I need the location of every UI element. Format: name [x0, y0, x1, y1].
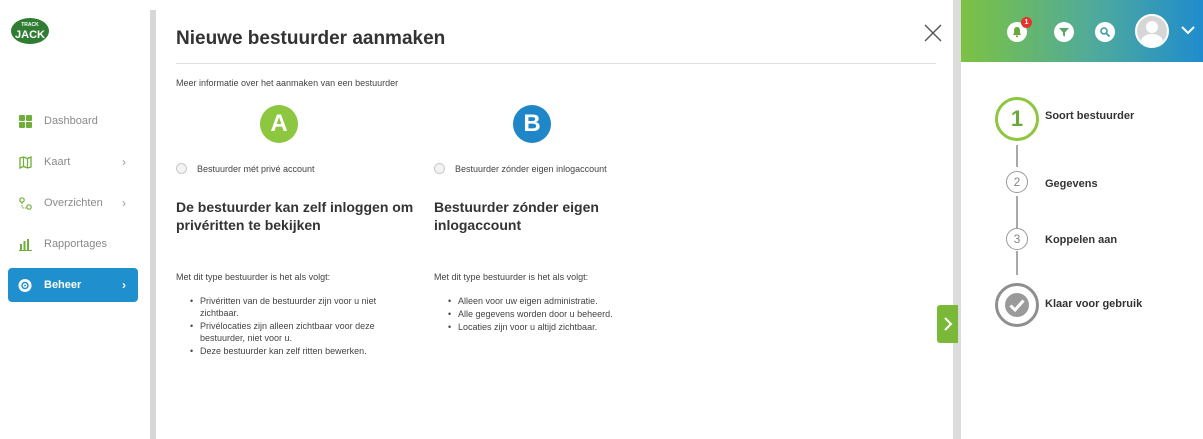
wizard-steps: 1 Soort bestuurder 2 Gegevens 3 Koppelen…	[961, 62, 1203, 439]
radio-button[interactable]	[176, 163, 187, 174]
app-window: TRACK JACK Dashboard Kaart › Overzichten…	[0, 0, 1203, 439]
filter-icon	[1059, 28, 1069, 37]
chevron-right-icon: ›	[122, 196, 126, 210]
bell-icon	[1013, 27, 1021, 38]
chevron-right-icon: ›	[122, 155, 126, 169]
option-b-radio-label: Bestuurder zónder eigen inlogaccount	[455, 163, 607, 174]
option-a-radio[interactable]: Bestuurder mét privé account	[176, 163, 315, 174]
step-2-label: Gegevens	[1045, 178, 1098, 190]
search-button[interactable]	[1095, 22, 1115, 42]
sidebar-item-label: Overzichten	[44, 197, 103, 209]
list-item: Alleen voor uw eigen administratie.	[448, 295, 668, 307]
sidebar: TRACK JACK Dashboard Kaart › Overzichten…	[0, 0, 148, 439]
list-item: Alle gegevens worden door u beheerd.	[448, 308, 668, 320]
step-connector	[1016, 196, 1018, 228]
option-a-subhead: Met dit type bestuurder is het als volgt…	[176, 272, 331, 282]
chevron-right-icon	[943, 317, 952, 331]
info-link[interactable]: Meer informatie over het aanmaken van ee…	[176, 78, 398, 88]
option-b-subhead: Met dit type bestuurder is het als volgt…	[434, 272, 589, 282]
map-icon	[18, 155, 32, 169]
panel-divider	[953, 0, 961, 439]
create-driver-panel: Nieuwe bestuurder aanmaken Meer informat…	[158, 0, 953, 439]
list-item: Locaties zijn voor u altijd zichtbaar.	[448, 321, 668, 333]
sidebar-item-kaart[interactable]: Kaart ›	[8, 145, 138, 179]
option-a-badge: A	[260, 105, 298, 143]
list-item: Privélocaties zijn alleen zichtbaar voor…	[190, 320, 410, 344]
bar-chart-icon	[18, 237, 32, 251]
sidebar-item-beheer[interactable]: Beheer ›	[8, 268, 138, 302]
checkmark-icon	[995, 283, 1039, 327]
filter-button[interactable]	[1054, 22, 1074, 42]
chevron-right-icon: ›	[122, 278, 126, 292]
sidebar-item-dashboard[interactable]: Dashboard	[8, 104, 138, 138]
user-icon	[1140, 21, 1164, 46]
sidebar-item-label: Kaart	[44, 156, 71, 168]
avatar[interactable]	[1135, 14, 1169, 48]
step-2-number: 2	[1006, 171, 1028, 193]
page-title: Nieuwe bestuurder aanmaken	[176, 28, 446, 49]
option-b-heading: Bestuurder zónder eigen inlogaccount	[434, 199, 599, 233]
sidebar-item-label: Rapportages	[44, 238, 107, 250]
top-bar: 1	[961, 0, 1203, 62]
svg-text:TRACK: TRACK	[21, 22, 39, 28]
search-icon	[1100, 27, 1111, 38]
next-step-button[interactable]	[937, 305, 958, 343]
option-b-bullets: Alleen voor uw eigen administratie. Alle…	[448, 295, 668, 334]
step-4-label: Klaar voor gebruik	[1045, 298, 1143, 310]
step-3-number: 3	[1006, 228, 1028, 250]
option-a-heading: De bestuurder kan zelf inloggen om privé…	[176, 199, 414, 233]
svg-text:JACK: JACK	[15, 29, 45, 41]
sidebar-item-label: Dashboard	[44, 115, 98, 127]
close-icon[interactable]	[922, 22, 944, 44]
sidebar-item-label: Beheer	[44, 279, 82, 291]
list-item: Privéritten van de bestuurder zijn voor …	[190, 295, 410, 319]
dashboard-icon	[18, 114, 32, 128]
list-item: Deze bestuurder kan zelf ritten bewerken…	[190, 345, 410, 357]
chevron-down-icon[interactable]	[1180, 22, 1196, 38]
option-a-bullets: Privéritten van de bestuurder zijn voor …	[190, 295, 410, 358]
notification-badge: 1	[1021, 17, 1032, 28]
sidebar-nav: Dashboard Kaart › Overzichten › Rapporta…	[8, 104, 138, 309]
step-1-number: 1	[995, 97, 1039, 141]
title-divider	[176, 63, 936, 64]
route-icon	[18, 196, 32, 210]
step-1-label: Soort bestuurder	[1045, 110, 1135, 122]
gear-icon	[18, 278, 32, 292]
radio-button[interactable]	[434, 163, 445, 174]
wizard-panel: 1 1 Soort bestuurder 2 Gegevens 3 Koppel…	[961, 0, 1203, 439]
option-a-radio-label: Bestuurder mét privé account	[197, 163, 315, 174]
sidebar-item-rapportages[interactable]: Rapportages	[8, 227, 138, 261]
step-3-label: Koppelen aan	[1045, 234, 1118, 246]
tracjack-logo[interactable]: TRACK JACK	[10, 17, 50, 45]
sidebar-item-overzichten[interactable]: Overzichten ›	[8, 186, 138, 220]
step-connector	[1016, 145, 1018, 167]
panel-divider	[150, 10, 156, 439]
option-b-radio[interactable]: Bestuurder zónder eigen inlogaccount	[434, 163, 607, 174]
option-b-badge: B	[513, 105, 551, 143]
step-connector	[1016, 251, 1018, 275]
